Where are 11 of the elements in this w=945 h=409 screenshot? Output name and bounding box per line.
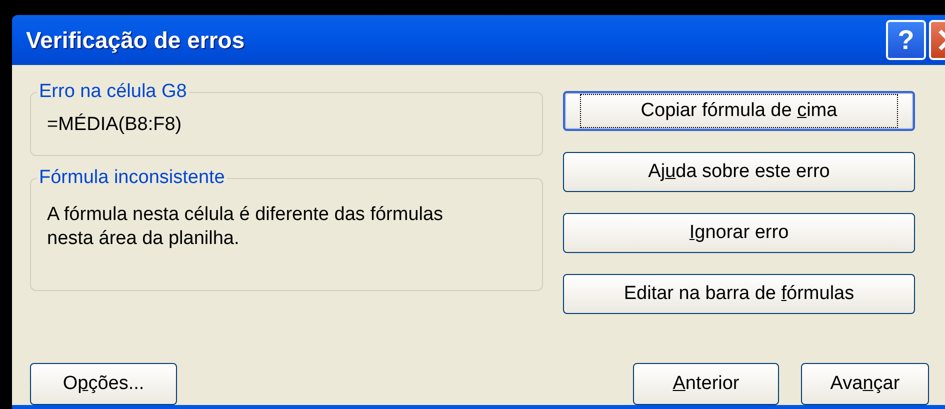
error-description: A fórmula nesta célula é diferente das fórmulas nesta área da planilha. [47,203,444,251]
help-button[interactable]: ? [886,20,926,60]
dialog-button[interactable]: Editar na barra de fórmulas [563,274,915,314]
window-title: Verificação de erros [26,26,245,55]
formula-text: =MÉDIA(B8:F8) [47,112,183,137]
dialog-button[interactable]: Copiar fórmula de cima [563,91,915,131]
dialog-button[interactable]: Opções... [30,363,177,405]
dialog-button[interactable]: Anterior [633,363,779,405]
dialog-button[interactable]: Ajuda sobre este erro [563,152,915,192]
dialog-button[interactable]: Ignorar erro [563,213,915,253]
dialog-button[interactable]: Avançar [801,363,929,405]
